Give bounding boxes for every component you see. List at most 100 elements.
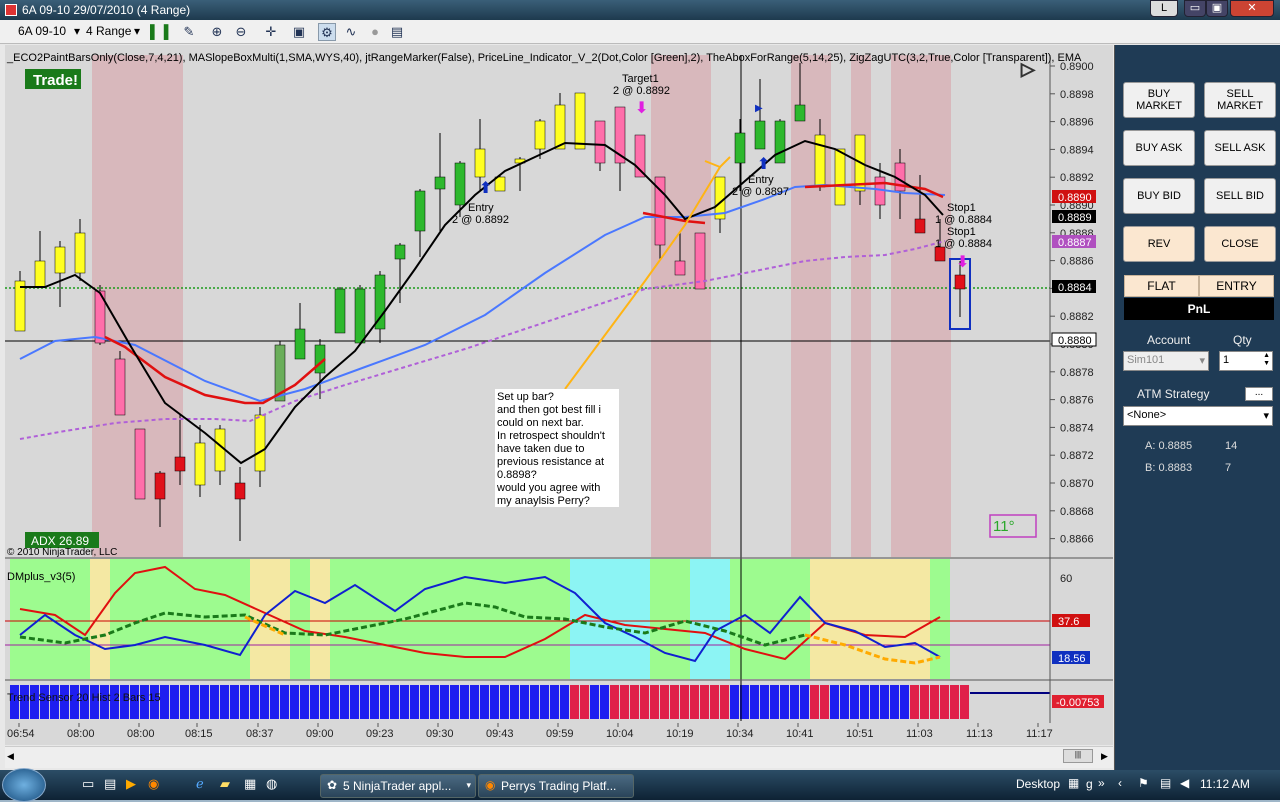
quicklaunch-desktop-icon[interactable]: ▭ <box>82 776 94 792</box>
chart-trader-icon[interactable]: ▤ <box>388 23 406 41</box>
chart-scrollbar[interactable]: ◀ ||| ▶ <box>5 746 1113 768</box>
trend-bar <box>880 685 889 719</box>
trend-bar <box>270 685 279 719</box>
restore-icon[interactable]: ▭ <box>1184 0 1206 17</box>
close-icon[interactable]: ✕ <box>1230 0 1274 17</box>
ask-size: 14 <box>1225 440 1238 452</box>
quicklaunch-folder-icon[interactable]: ▰ <box>220 776 230 792</box>
candle <box>814 134 826 188</box>
period-select[interactable]: 4 Range <box>86 24 131 40</box>
task-group-icon[interactable]: ▾ <box>466 780 471 791</box>
minimize-button[interactable]: L <box>1150 0 1178 17</box>
data-box-icon[interactable]: ● <box>366 23 384 41</box>
dm-band-10 <box>730 559 810 679</box>
ninjatrader-icon: ✿ <box>327 778 338 792</box>
price-chart[interactable]: ⬆ ⬆ ⬇ ⬇ ▶ ▷ _ECO2PaintBarsOnly(Close,7,4,21), … <box>5 45 1113 745</box>
price-tag: 0.8880 <box>1058 335 1092 347</box>
trend-bar <box>940 685 949 719</box>
quicklaunch-app-icon[interactable]: ▦ <box>244 776 256 792</box>
period-dropdown-icon[interactable]: ▾ <box>134 24 140 40</box>
desktop-toolbar-label[interactable]: Desktop <box>1016 777 1060 791</box>
quicklaunch-media-icon[interactable]: ▶ <box>126 776 136 792</box>
flat-button[interactable]: FLAT <box>1124 275 1199 297</box>
atm-strategy-value: <None> <box>1127 409 1167 421</box>
buy-market-button[interactable]: BUY MARKET <box>1123 82 1195 118</box>
tray-g-label[interactable]: g <box>1086 777 1093 791</box>
buy-ask-button[interactable]: BUY ASK <box>1123 130 1195 166</box>
tray-app-icon[interactable]: ▦ <box>1068 776 1079 790</box>
tray-flag-icon[interactable]: ⚑ <box>1138 776 1149 790</box>
candle <box>334 288 346 334</box>
task-ninjatrader[interactable]: ✿ 5 NinjaTrader appl... ▾ <box>320 774 476 798</box>
qty-field[interactable]: 1 ▲ ▼ <box>1219 351 1273 371</box>
atm-strategy-select[interactable]: <None> ▾ <box>1123 406 1273 426</box>
task-perrys-label: Perrys Trading Platf... <box>501 779 617 793</box>
qty-stepper-icon[interactable]: ▲ ▼ <box>1263 352 1270 368</box>
trend-bar <box>490 685 499 719</box>
trend-bar <box>510 685 519 719</box>
tray-expand-icon[interactable]: ‹ <box>1118 776 1122 790</box>
candle <box>914 218 926 234</box>
trend-bar <box>440 685 449 719</box>
scroll-right-icon[interactable]: ▶ <box>1101 751 1108 762</box>
candle <box>534 120 546 150</box>
tray-volume-icon[interactable]: ◀ <box>1180 776 1189 790</box>
window-title: 6A 09-10 29/07/2010 (4 Range) <box>22 3 191 17</box>
scroll-left-icon[interactable]: ◀ <box>7 751 14 762</box>
pnl-display: PnL <box>1124 298 1274 320</box>
quicklaunch-firefox-icon[interactable]: ◉ <box>148 776 159 792</box>
quicklaunch-ie-icon[interactable]: ℯ <box>196 776 204 792</box>
tray-network-icon[interactable]: ▤ <box>1160 776 1171 790</box>
resistance-band-1 <box>651 55 711 557</box>
trend-bar <box>600 685 609 719</box>
quicklaunch-globe-icon[interactable]: ◍ <box>266 776 277 792</box>
note-line: would you agree with <box>496 482 600 494</box>
bar-type-icon[interactable]: ▌▐ <box>150 23 168 41</box>
indicators-icon[interactable]: ∿ <box>342 23 360 41</box>
chart-canvas: ⬆⬆⬇⬇▶▷_ECO2PaintBarsOnly(Close,7,4,21), … <box>5 52 1113 740</box>
atm-more-button[interactable]: ... <box>1245 387 1273 401</box>
price-tag: 0.8887 <box>1058 237 1092 249</box>
properties-icon[interactable]: ▣ <box>290 23 308 41</box>
task-perrys[interactable]: ◉ Perrys Trading Platf... <box>478 774 634 798</box>
strategies-icon[interactable]: ⚙ <box>318 23 336 41</box>
candle <box>434 176 446 190</box>
draw-pencil-icon[interactable]: ✎ <box>180 23 198 41</box>
sell-market-button[interactable]: SELL MARKET <box>1204 82 1276 118</box>
trend-bar <box>700 685 709 719</box>
candle <box>174 456 186 472</box>
trend-bar <box>850 685 859 719</box>
entry-button[interactable]: ENTRY <box>1199 275 1274 297</box>
candle <box>154 472 166 500</box>
candle <box>594 120 606 164</box>
scroll-thumb[interactable]: ||| <box>1063 749 1093 763</box>
atm-dropdown-icon[interactable]: ▾ <box>1263 409 1269 422</box>
clock[interactable]: 11:12 AM <box>1200 777 1250 791</box>
trend-bar <box>500 685 509 719</box>
account-select[interactable]: Sim101 ▾ <box>1123 351 1209 371</box>
chart-toolbar: 6A 09-10 ▾ 4 Range ▾ ▌▐ ✎ ⊕ ⊖ ✛ ▣ ⚙ ∿ ● … <box>0 20 1280 44</box>
instrument-dropdown-icon[interactable]: ▾ <box>74 24 80 40</box>
close-button[interactable]: CLOSE <box>1204 226 1276 262</box>
note-line: and then got best fill i <box>497 404 601 416</box>
atm-strategy-label: ATM Strategy <box>1137 387 1210 401</box>
maximize-icon[interactable]: ▣ <box>1206 0 1228 17</box>
time-tick-label: 11:03 <box>906 728 933 740</box>
candle <box>114 358 126 416</box>
zoom-out-icon[interactable]: ⊖ <box>232 23 250 41</box>
sell-ask-button[interactable]: SELL ASK <box>1204 130 1276 166</box>
sell-bid-button[interactable]: SELL BID <box>1204 178 1276 214</box>
start-button[interactable] <box>2 768 46 802</box>
candle <box>794 104 806 122</box>
buy-bid-button[interactable]: BUY BID <box>1123 178 1195 214</box>
trend-bar <box>310 685 319 719</box>
crosshair-icon[interactable]: ✛ <box>262 23 280 41</box>
dm-tag: 18.56 <box>1058 653 1086 665</box>
price-tick-label: 0.8876 <box>1060 395 1094 407</box>
quicklaunch-explorer-icon[interactable]: ▤ <box>104 776 116 792</box>
zoom-in-icon[interactable]: ⊕ <box>208 23 226 41</box>
rev-button[interactable]: REV <box>1123 226 1195 262</box>
instrument-select[interactable]: 6A 09-10 <box>18 24 66 40</box>
account-dropdown-icon[interactable]: ▾ <box>1199 354 1205 367</box>
tray-more-icon[interactable]: » <box>1098 776 1105 790</box>
